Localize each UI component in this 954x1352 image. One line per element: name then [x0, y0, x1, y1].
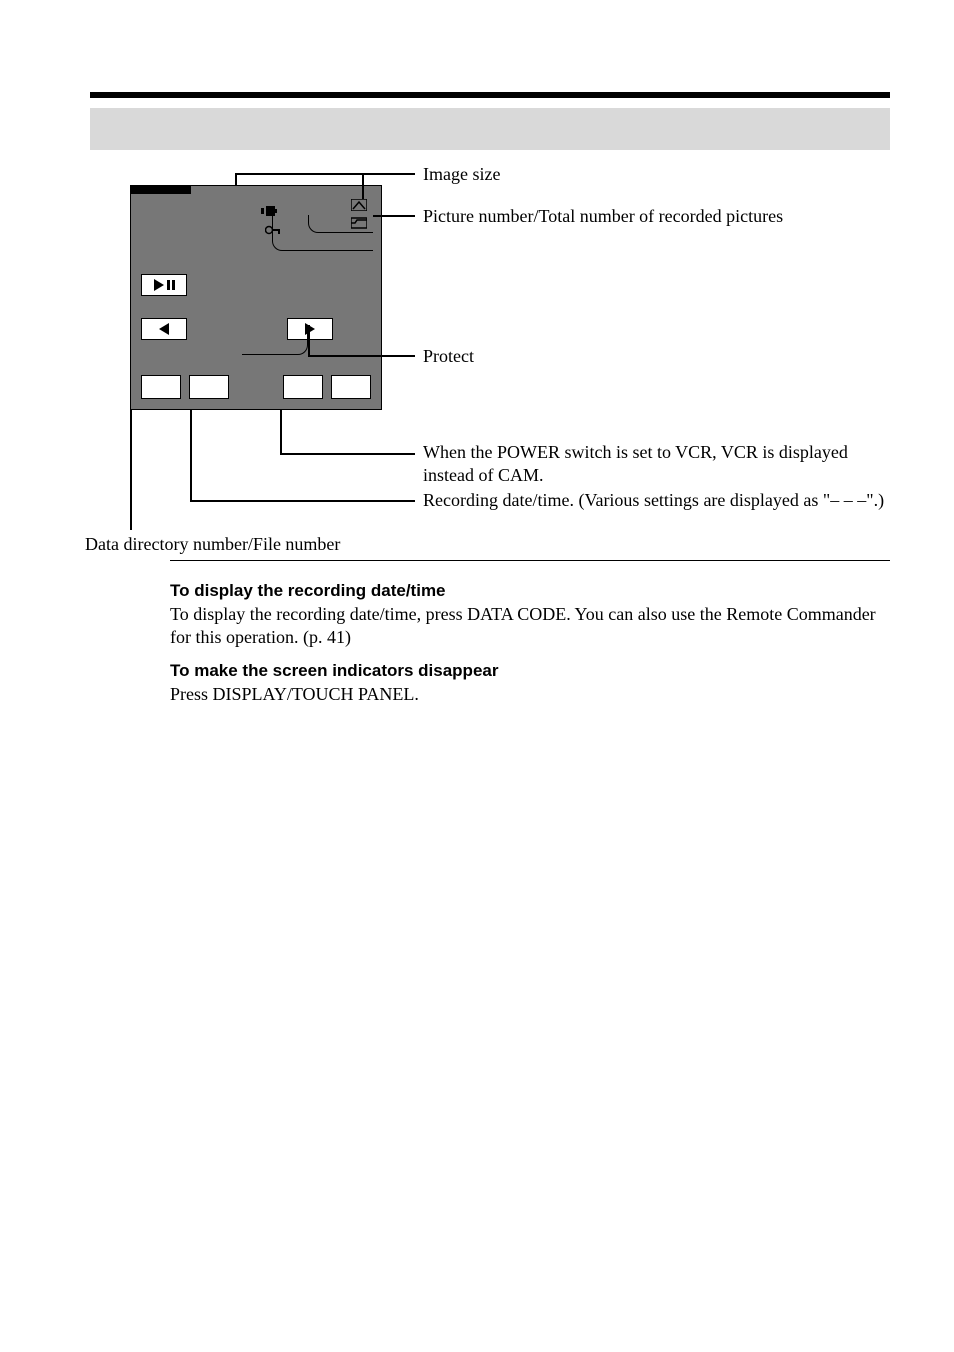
callout-image-size: Image size [423, 163, 500, 186]
size-chip-icon [351, 198, 367, 216]
leader-line [130, 410, 132, 530]
callout-data-directory: Data directory number/File number [85, 533, 340, 556]
page-rule [90, 92, 890, 98]
leader-line [235, 173, 237, 185]
play-pause-button[interactable] [141, 274, 187, 296]
leader-line [190, 500, 415, 502]
callout-picture-number: Picture number/Total number of recorded … [423, 205, 783, 228]
bottom-bar-indicator [131, 186, 191, 194]
bottom-button-4[interactable] [331, 375, 371, 399]
leader-line [373, 215, 415, 217]
body-hide-indicators: To make the screen indicators disappear … [170, 660, 890, 706]
section-title-band [90, 108, 890, 150]
recdate-text: To display the recording date/time, pres… [170, 603, 890, 650]
callout-protect: Protect [423, 345, 474, 368]
callout-cam-vcr: When the POWER switch is set to VCR, VCR… [423, 441, 883, 486]
recdate-heading: To display the recording date/time [170, 580, 890, 602]
leader-line [280, 410, 282, 453]
leader-line [280, 453, 415, 455]
leader-line [308, 325, 310, 355]
bottom-button-2[interactable] [189, 375, 229, 399]
leader-line [362, 173, 364, 199]
leader-line [308, 355, 415, 357]
leader-line [272, 215, 373, 251]
leader-line [235, 173, 415, 175]
body-recording-date: To display the recording date/time To di… [170, 580, 890, 650]
bottom-button-3[interactable] [283, 375, 323, 399]
lcd-callout-diagram: Image size Picture number/Total number o… [90, 155, 890, 550]
play-pause-icon [154, 279, 175, 291]
callout-recording-date: Recording date/time. (Various settings a… [423, 489, 884, 512]
separator-rule [170, 560, 890, 561]
hide-heading: To make the screen indicators disappear [170, 660, 890, 682]
bottom-button-1[interactable] [141, 375, 181, 399]
leader-line [242, 325, 308, 355]
hide-text: Press DISPLAY/TOUCH PANEL. [170, 683, 890, 706]
arrow-left-icon [159, 323, 169, 335]
leader-line [190, 410, 192, 500]
prev-image-button[interactable] [141, 318, 187, 340]
